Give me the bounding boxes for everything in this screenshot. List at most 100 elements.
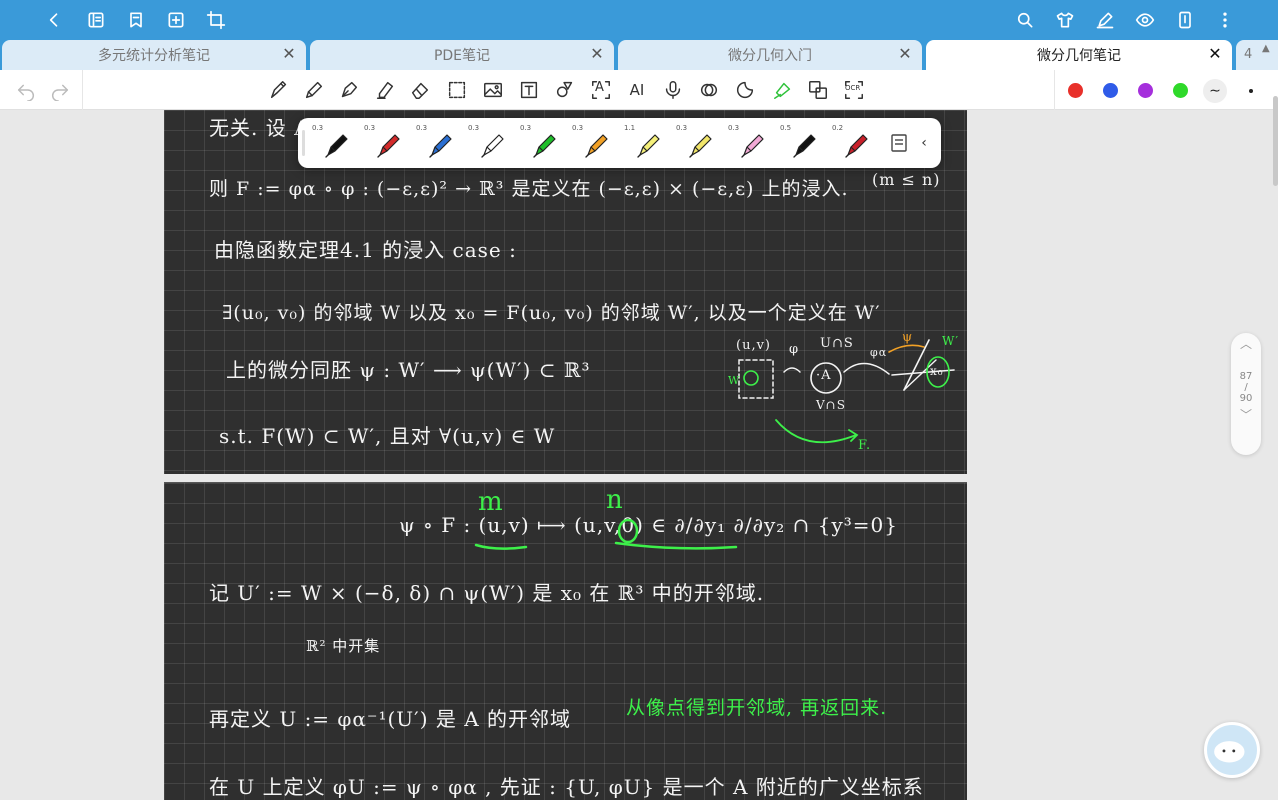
pen-preset[interactable]: 0.3 (726, 122, 778, 164)
diagram-label: x₀ (930, 364, 944, 378)
highlighter-icon[interactable] (373, 78, 397, 102)
pen-preset[interactable]: 0.3 (466, 122, 518, 164)
pen-edit-icon[interactable] (1093, 8, 1117, 32)
eye-icon[interactable] (1133, 8, 1157, 32)
marker-icon (845, 134, 868, 158)
color-swatch-green[interactable] (1173, 83, 1188, 98)
pen-preset[interactable]: 0.3 (518, 122, 570, 164)
more-vertical-icon[interactable] (1213, 8, 1237, 32)
color-swatch-blue[interactable] (1103, 83, 1118, 98)
note-line: 则 F := φα ∘ φ : (−ε,ε)² → ℝ³ 是定义在 (−ε,ε)… (209, 178, 849, 200)
shape-tool-icon[interactable] (553, 78, 577, 102)
add-page-icon[interactable] (164, 8, 188, 32)
tab-bar: 多元统计分析笔记 ✕ PDE笔记 ✕ 微分几何入门 ✕ 微分几何笔记 ✕ 4 ▲ (0, 40, 1278, 70)
note-canvas[interactable]: 无关. 设 A 则 F := φα ∘ φ : (−ε,ε)² → ℝ³ 是定义… (0, 110, 1278, 800)
note-line: 在 U 上定义 φU := ψ ∘ φα , 先证 : {U, φU} 是一个 … (209, 775, 924, 799)
toolbar-divider (1054, 70, 1055, 110)
tab-overflow-count: 4 (1244, 47, 1253, 62)
device-icon[interactable] (1173, 8, 1197, 32)
text-recognition-label: A (595, 80, 604, 95)
tab-diff-geo-intro[interactable]: 微分几何入门 ✕ (618, 40, 922, 70)
pen-preset[interactable]: 1.1 (622, 122, 674, 164)
text-recognition-icon[interactable]: A (589, 78, 613, 102)
assistant-avatar[interactable] (1204, 722, 1260, 778)
theme-shirt-icon[interactable] (1053, 8, 1077, 32)
tape-icon[interactable] (771, 78, 795, 102)
lasso-select-icon[interactable] (445, 78, 469, 102)
vertical-scrollbar[interactable] (1273, 96, 1278, 186)
chevron-down-icon[interactable]: ﹀ (1231, 404, 1261, 426)
tab-diff-geo-notes[interactable]: 微分几何笔记 ✕ (926, 40, 1232, 70)
back-icon[interactable] (42, 8, 66, 32)
stroke-style-button[interactable]: ∼ (1203, 79, 1227, 103)
diagram: (u,v) φ W ·A U∩S V∩S φα ψ x₀ W′ F. (724, 330, 964, 460)
microphone-icon[interactable] (661, 78, 685, 102)
pencil-tool-icon[interactable] (302, 78, 326, 102)
marker-icon (689, 134, 712, 158)
note-line: 无关. 设 A (209, 116, 310, 140)
pen-preset[interactable]: 0.5 (778, 122, 830, 164)
green-remark: 从像点得到开邻域, 再返回来. (626, 697, 888, 719)
laser-pointer-icon[interactable] (697, 78, 721, 102)
collapse-chevron-icon[interactable]: ‹ (916, 132, 932, 154)
stroke-size-dot[interactable] (1249, 89, 1253, 93)
undo-icon[interactable] (14, 78, 38, 102)
color-swatch-purple[interactable] (1138, 83, 1153, 98)
tab-label: 微分几何入门 (728, 48, 812, 64)
marker-icon (741, 134, 764, 158)
diagram-label: φ (789, 342, 800, 357)
tab-pde[interactable]: PDE笔记 ✕ (310, 40, 614, 70)
bookmark-icon[interactable] (124, 8, 148, 32)
pen-preset[interactable]: 0.2 (830, 122, 882, 164)
toolbar-divider (82, 70, 83, 110)
tab-label: PDE笔记 (433, 48, 491, 64)
crop-icon[interactable] (204, 8, 228, 32)
page-total: 90 (1239, 393, 1253, 404)
diagram-label: F. (858, 438, 872, 453)
chevron-up-icon[interactable]: ︿ (1231, 333, 1261, 355)
pen-preset[interactable]: 0.3 (362, 122, 414, 164)
ocr-icon[interactable]: OCR (842, 78, 866, 102)
search-icon[interactable] (1013, 8, 1037, 32)
ai-tool-label: AI (629, 81, 645, 99)
pen-preset[interactable]: 0.3 (570, 122, 622, 164)
diagram-label: U∩S (820, 336, 854, 351)
note-page[interactable]: m n ψ ∘ F : (u,v) ⟼ (u,v,0) ∈ ∂/∂y₁ ∂/∂y… (164, 482, 967, 800)
note-line: 记 U′ := W × (−δ, δ) ∩ ψ(W′) 是 x₀ 在 ℝ³ 中的… (209, 581, 765, 605)
top-app-bar (0, 0, 1278, 40)
tab-label: 微分几何笔记 (1037, 48, 1121, 64)
fountain-pen-icon[interactable] (337, 78, 361, 102)
redo-icon[interactable] (48, 78, 72, 102)
marker-icon (481, 134, 504, 158)
pen-preset[interactable]: 0.3 (310, 122, 362, 164)
tab-label: 多元统计分析笔记 (98, 48, 210, 64)
close-icon[interactable]: ✕ (1206, 45, 1224, 63)
marker-icon (429, 134, 452, 158)
pen-tool-icon[interactable] (267, 78, 291, 102)
translate-icon[interactable] (806, 78, 830, 102)
color-swatch-red[interactable] (1068, 83, 1083, 98)
tab-multivariate-stats[interactable]: 多元统计分析笔记 ✕ (2, 40, 306, 70)
text-box-icon[interactable] (517, 78, 541, 102)
page-navigator: ︿ 87 / 90 ﹀ (1231, 333, 1261, 455)
image-icon[interactable] (481, 78, 505, 102)
notebook-icon[interactable] (84, 8, 108, 32)
marker-icon (533, 134, 556, 158)
popup-drag-handle[interactable] (302, 130, 305, 156)
note-line: ℝ² 中开集 (306, 637, 381, 655)
diagram-label: ψ (902, 330, 914, 345)
note-line: s.t. F(W) ⊂ W′, 且对 ∀(u,v) ∈ W (219, 424, 556, 448)
close-icon[interactable]: ✕ (280, 45, 298, 63)
diagram-label: ·A (816, 368, 832, 383)
close-icon[interactable]: ✕ (588, 45, 606, 63)
diagram-label: W (728, 374, 741, 387)
tab-overflow[interactable]: 4 ▲ (1236, 40, 1278, 70)
close-icon[interactable]: ✕ (896, 45, 914, 63)
sticker-icon[interactable] (733, 78, 757, 102)
page-current: 87 (1239, 371, 1253, 382)
eraser-icon[interactable] (408, 78, 432, 102)
pen-preset[interactable]: 0.3 (414, 122, 466, 164)
ai-tool[interactable]: AI (625, 78, 649, 102)
pen-list-icon[interactable] (888, 132, 910, 154)
pen-preset[interactable]: 0.3 (674, 122, 726, 164)
